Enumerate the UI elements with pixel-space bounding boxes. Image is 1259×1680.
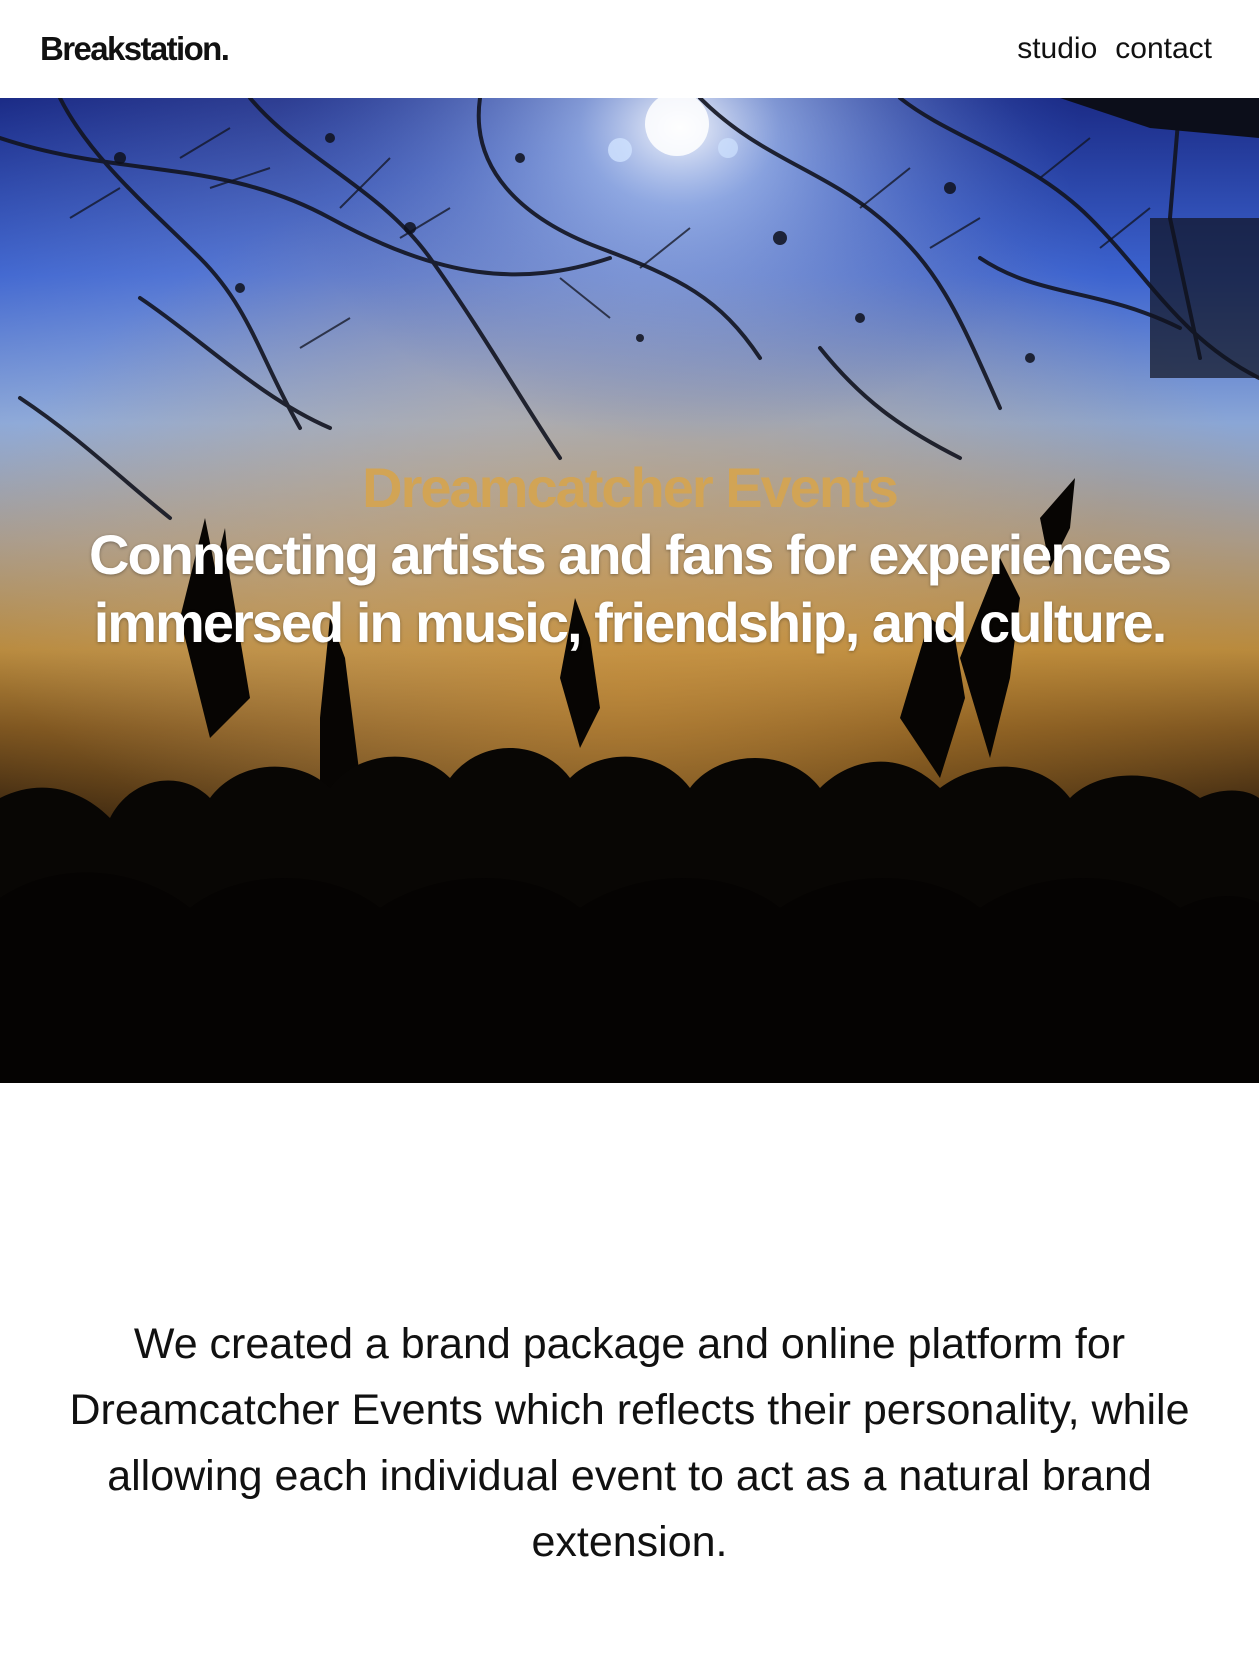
site-logo[interactable]: Breakstation. (40, 30, 230, 68)
site-header: Breakstation. studio contact (0, 0, 1259, 98)
nav-link-contact[interactable]: contact (1115, 32, 1212, 66)
hero-text: Dreamcatcher Events Connecting artists a… (0, 455, 1259, 657)
project-description: We created a brand package and online pl… (0, 1311, 1259, 1575)
main-nav: studio contact (1017, 32, 1212, 66)
hero-banner: Dreamcatcher Events Connecting artists a… (0, 98, 1259, 1083)
nav-link-studio[interactable]: studio (1017, 32, 1097, 66)
description-text: We created a brand package and online pl… (69, 1320, 1190, 1566)
hero-client-name: Dreamcatcher Events (362, 456, 899, 519)
hero-headline: Connecting artists and fans for experien… (89, 523, 1172, 654)
